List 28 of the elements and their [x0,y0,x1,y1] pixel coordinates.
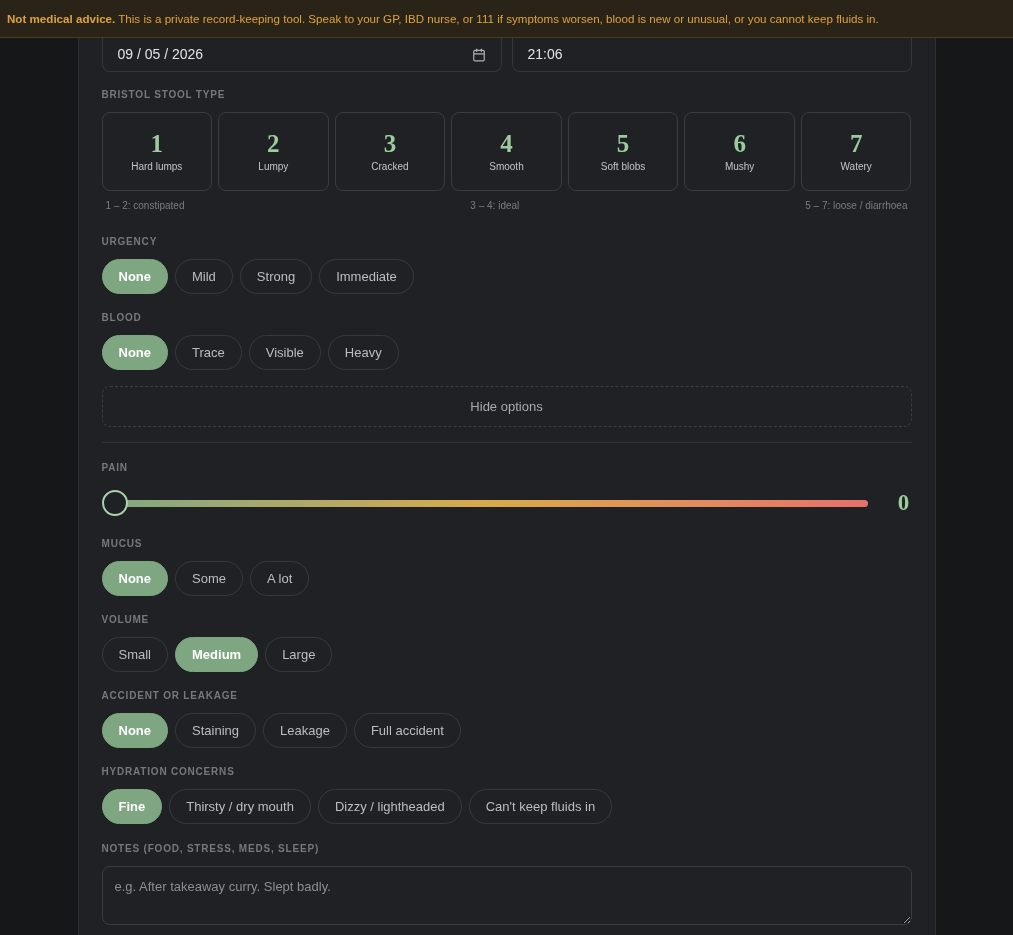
section-label: BLOOD [101,312,142,324]
stool-type-option[interactable]: 3 Cracked [334,112,446,191]
scale-hint: 5 – 7: loose / diarrhoea [805,200,908,212]
stool-type-option[interactable]: 7 Watery [800,112,912,191]
section-label: MUCUS [101,538,143,550]
pain-slider[interactable] [101,490,868,516]
date-field[interactable]: 09 / 05 / 2026 [101,38,502,72]
stool-type-option[interactable]: 6 Mushy [684,112,795,191]
section-label: VOLUME [101,614,150,626]
time-field[interactable]: 21:06 [511,38,912,72]
section-label: BRISTOL STOOL TYPE [101,89,226,101]
hide-options-button[interactable]: Hide options [101,386,912,427]
section-label: NOTES (FOOD, STRESS, MEDS, SLEEP) [101,843,320,855]
calendar-icon[interactable] [471,47,486,62]
stool-type-option[interactable]: 1 Hard lumps [101,112,213,191]
pain-value: 0 [896,490,911,516]
section-label: HYDRATION CONCERNS [101,766,235,778]
section-label: PAIN [101,462,128,474]
scale-hint: 3 – 4: ideal [470,200,520,212]
section-label: URGENCY [101,236,158,248]
stool-type-option[interactable]: 4 Smooth [451,112,562,191]
section-label: ACCIDENT OR LEAKAGE [101,690,238,702]
scale-hint: 1 – 2: constipated [105,200,185,212]
notes-field[interactable]: e.g. After takeaway curry. Slept badly. [101,866,912,925]
stool-type-option[interactable]: 5 Soft blobs [567,112,679,191]
disclaimer-text: Not medical advice. This is a private record-keeping tool. Speak to your GP, IBD nurse, or 111 if symptoms worsen, blood is new or unusual, or you cannot keep fluids in. [7,10,879,27]
slider-thumb[interactable] [101,490,128,516]
stool-type-option[interactable]: 2 Lumpy [218,112,329,191]
